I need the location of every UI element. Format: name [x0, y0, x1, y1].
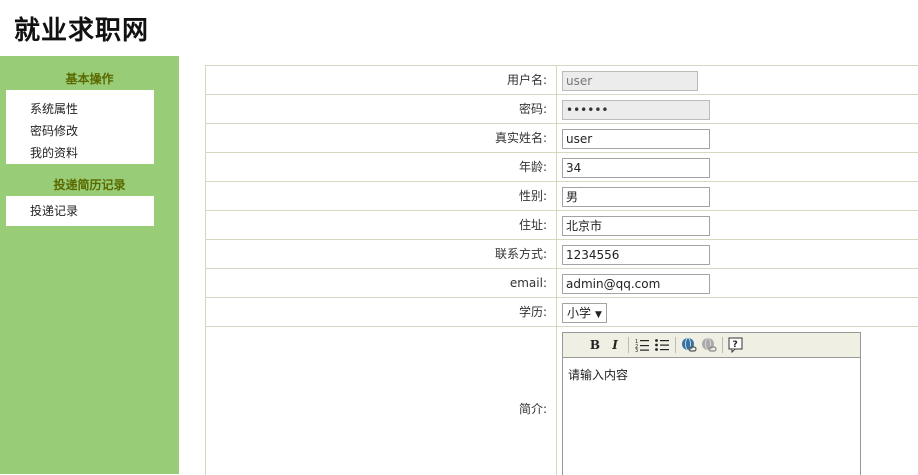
bold-icon[interactable]: B — [586, 336, 604, 354]
contact-input[interactable] — [562, 245, 710, 265]
form-row-education: 学历: 小学 ▼ — [206, 298, 918, 327]
form-row-address: 住址: — [206, 211, 918, 240]
profile-form: 用户名: 密码: 真实姓名: 年龄: 性别: 住址: — [205, 65, 918, 475]
unlink-icon[interactable] — [700, 336, 718, 354]
sidebar: 基本操作 系统属性 密码修改 我的资料 投递简历记录 投递记录 — [0, 56, 179, 474]
column-divider — [556, 95, 557, 123]
column-divider — [556, 298, 557, 326]
column-divider — [556, 211, 557, 239]
realname-input[interactable] — [562, 129, 710, 149]
form-row-gender: 性别: — [206, 182, 918, 211]
form-row-realname: 真实姓名: — [206, 124, 918, 153]
sidebar-menu-basic: 系统属性 密码修改 我的资料 — [6, 90, 154, 164]
column-divider — [556, 327, 557, 475]
sidebar-section-title-basic: 基本操作 — [65, 72, 114, 86]
help-icon[interactable]: ? — [727, 336, 745, 354]
form-row-contact: 联系方式: — [206, 240, 918, 269]
form-row-username: 用户名: — [206, 66, 918, 95]
education-label: 学历: — [518, 305, 547, 319]
svg-text:3: 3 — [635, 348, 638, 352]
intro-label: 简介: — [518, 402, 547, 416]
column-divider — [556, 240, 557, 268]
age-input[interactable] — [562, 158, 710, 178]
username-label: 用户名: — [506, 73, 547, 87]
column-divider — [556, 66, 557, 94]
intro-rich-text-editor: B I 123 ? 请输入内容 — [562, 332, 861, 475]
unordered-list-icon[interactable] — [653, 336, 671, 354]
age-label: 年龄: — [518, 160, 547, 174]
form-row-password: 密码: — [206, 95, 918, 124]
gender-label: 性别: — [518, 189, 547, 203]
password-label: 密码: — [518, 102, 547, 116]
email-input[interactable] — [562, 274, 710, 294]
svg-text:?: ? — [733, 340, 738, 350]
sidebar-item-change-password[interactable]: 密码修改 — [6, 120, 154, 142]
sidebar-menu-resume: 投递记录 — [6, 196, 154, 226]
toolbar-separator — [722, 337, 723, 353]
form-row-email: email: — [206, 269, 918, 298]
link-icon[interactable] — [680, 336, 698, 354]
username-input[interactable] — [562, 71, 698, 91]
address-label: 住址: — [518, 218, 547, 232]
education-selected-value: 小学 — [567, 306, 592, 320]
toolbar-separator — [628, 337, 629, 353]
email-label: email: — [509, 276, 547, 290]
realname-label: 真实姓名: — [494, 131, 547, 145]
contact-label: 联系方式: — [494, 247, 547, 261]
sidebar-item-system-properties[interactable]: 系统属性 — [6, 98, 154, 120]
column-divider — [556, 124, 557, 152]
sidebar-item-submission-records[interactable]: 投递记录 — [6, 200, 154, 222]
address-input[interactable] — [562, 215, 710, 236]
editor-content-area[interactable]: 请输入内容 — [563, 358, 860, 391]
ordered-list-icon[interactable]: 123 — [633, 336, 651, 354]
italic-icon[interactable]: I — [606, 336, 624, 354]
education-select[interactable]: 小学 ▼ — [562, 303, 607, 323]
sidebar-section-title-resume: 投递简历记录 — [53, 178, 126, 192]
dropdown-arrow-icon: ▼ — [595, 310, 602, 320]
site-title: 就业求职网 — [14, 16, 150, 46]
toolbar-separator — [675, 337, 676, 353]
column-divider — [556, 182, 557, 210]
gender-input[interactable] — [562, 186, 710, 207]
form-row-age: 年龄: — [206, 153, 918, 182]
password-input[interactable] — [562, 100, 710, 120]
form-row-intro: 简介: B I 123 ? 请输入内容 — [206, 327, 918, 475]
column-divider — [556, 153, 557, 181]
sidebar-item-my-profile[interactable]: 我的资料 — [6, 142, 154, 164]
editor-toolbar: B I 123 ? — [563, 333, 860, 358]
column-divider — [556, 269, 557, 297]
